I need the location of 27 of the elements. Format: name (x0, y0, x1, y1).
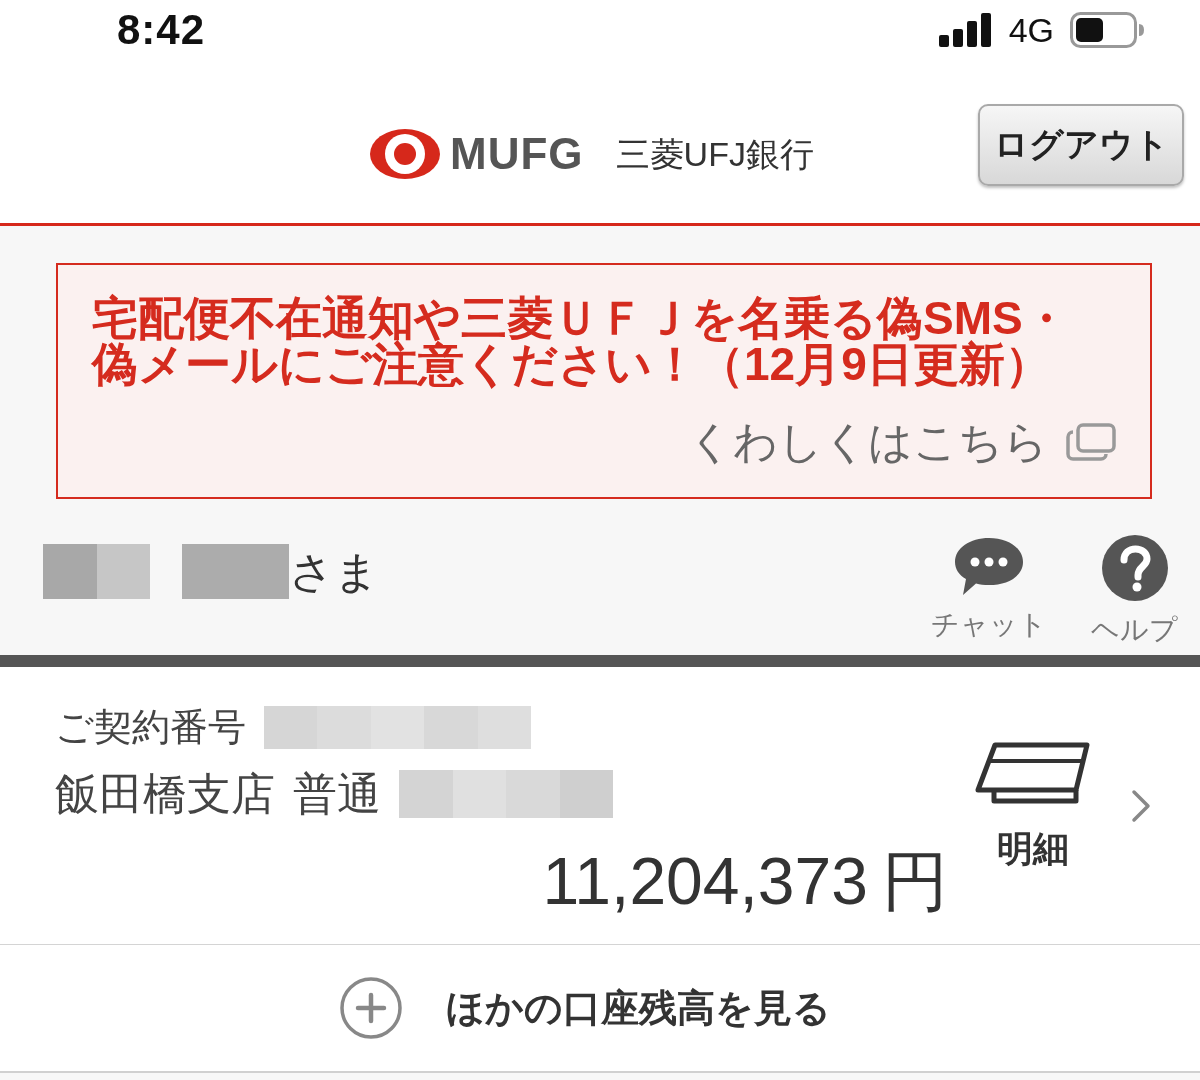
account-type: 普通 (293, 769, 381, 819)
logout-button[interactable]: ログアウト (978, 103, 1184, 186)
help-icon (1101, 535, 1168, 601)
name-suffix: さま (289, 546, 379, 598)
chat-bubble-icon (955, 538, 1023, 596)
plus-circle-icon (339, 977, 402, 1039)
more-accounts-button[interactable]: ほかの口座残高を見る (0, 944, 1200, 1073)
statement-button[interactable]: 明細 (973, 742, 1093, 870)
network-label: 4G (1008, 13, 1054, 47)
alert-message: 宅配便不在通知や三菱ＵＦＪを名乗る偽SMS・偽メールにご注意ください！（12月9日更新） (92, 295, 1070, 387)
battery-icon (1070, 12, 1144, 48)
logo-icon (370, 128, 441, 179)
balance-amount: 11,204,373 (542, 843, 868, 919)
status-time: 8:42 (117, 9, 206, 51)
chat-button[interactable]: チャット (931, 535, 1047, 642)
contract-number-label: ご契約番号 (55, 705, 246, 749)
signal-icon (938, 13, 993, 47)
chevron-right-icon (1131, 789, 1151, 823)
account-card[interactable]: ご契約番号 飯田橋支店 普通 11,204,373 円 明細 (0, 667, 1200, 944)
currency-label: 円 (882, 843, 948, 919)
logo-text: MUFG (450, 131, 584, 176)
passbook-icon (975, 742, 1091, 804)
bank-name: 三菱UFJ銀行 (615, 136, 814, 171)
help-button[interactable]: ヘルプ (1091, 535, 1178, 647)
external-window-icon (1066, 423, 1116, 461)
details-link[interactable]: くわしくはこちら (688, 417, 1048, 467)
branch-name: 飯田橋支店 (55, 769, 275, 819)
